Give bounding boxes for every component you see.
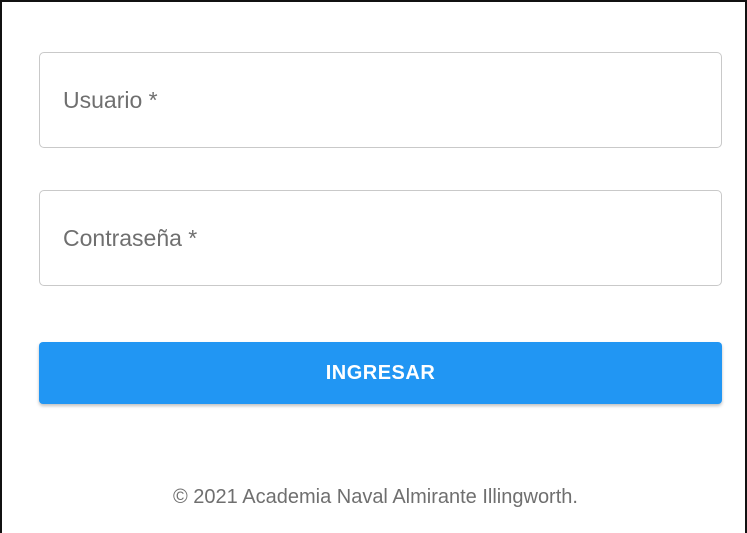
username-input[interactable] <box>40 53 721 147</box>
copyright-footer: © 2021 Academia Naval Almirante Illingwo… <box>173 486 578 508</box>
username-field-container <box>39 52 722 148</box>
password-input[interactable] <box>40 191 721 285</box>
login-button[interactable]: INGRESAR <box>39 342 722 404</box>
password-field-container <box>39 190 722 286</box>
login-panel: INGRESAR © 2021 Academia Naval Almirante… <box>0 0 747 533</box>
